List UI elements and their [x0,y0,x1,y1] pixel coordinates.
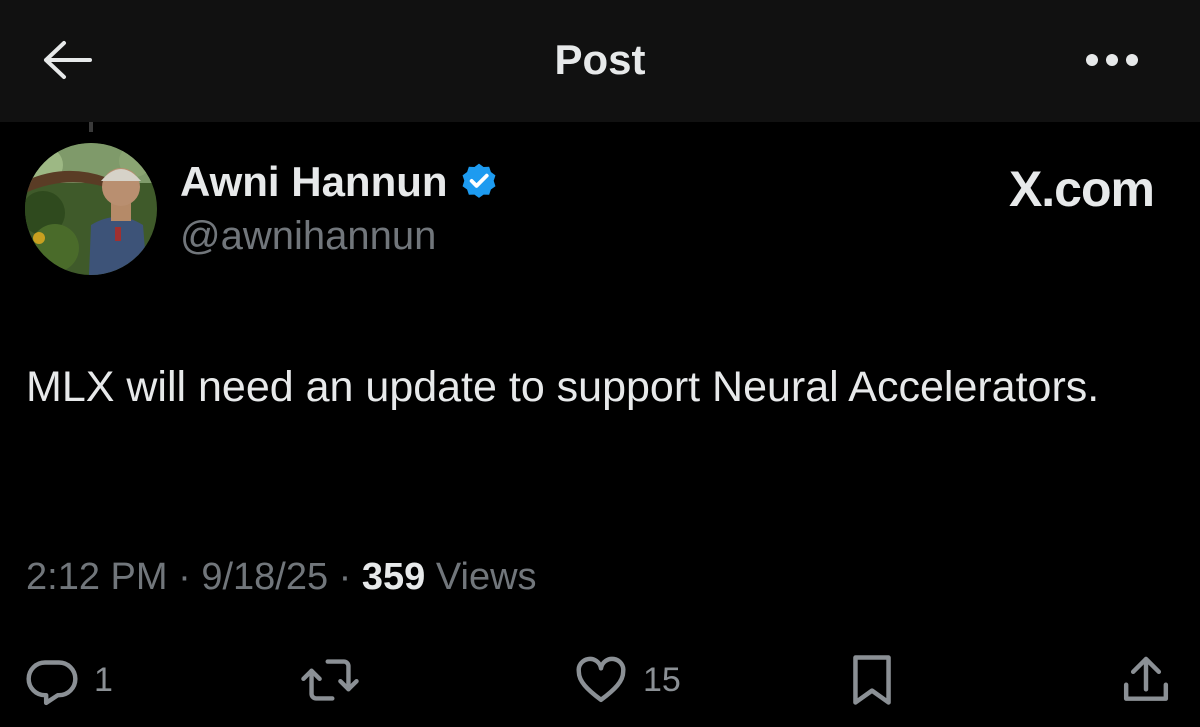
reply-icon [24,652,80,708]
post-text: MLX will need an update to support Neura… [26,363,1100,411]
thread-connector [89,122,93,132]
meta-separator: · [167,556,202,598]
like-button[interactable]: 15 [573,648,681,712]
heart-icon [573,652,629,708]
post-meta: 2:12 PM · 9/18/25 · 359 Views [26,556,537,599]
more-button[interactable] [1078,40,1146,84]
share-button[interactable] [1118,648,1174,712]
author-handle[interactable]: @awnihannun [180,214,436,259]
watermark-text: X.com [1008,161,1155,217]
action-bar: 1 15 [0,640,1200,720]
top-bar: Post [0,0,1200,122]
views-count: 359 [361,556,426,598]
post-date: 9/18/25 [201,556,329,598]
page-title: Post [554,36,646,83]
verified-badge-icon [458,161,500,203]
author-name[interactable]: Awni Hannun [180,158,500,206]
repost-button[interactable] [300,648,374,712]
post-time: 2:12 PM [26,556,168,598]
share-icon [1118,651,1174,709]
back-button[interactable] [38,38,98,86]
repost-icon [300,652,360,708]
avatar[interactable] [25,143,157,275]
reply-button[interactable]: 1 [24,648,113,712]
arrow-left-icon [42,40,94,85]
more-horizontal-icon [1084,53,1140,72]
bookmark-button[interactable] [846,648,898,712]
views-label: Views [425,556,537,598]
reply-count: 1 [94,660,113,699]
display-name: Awni Hannun [180,158,448,205]
bookmark-icon [846,651,898,709]
meta-separator: · [328,556,362,598]
like-count: 15 [643,660,681,699]
